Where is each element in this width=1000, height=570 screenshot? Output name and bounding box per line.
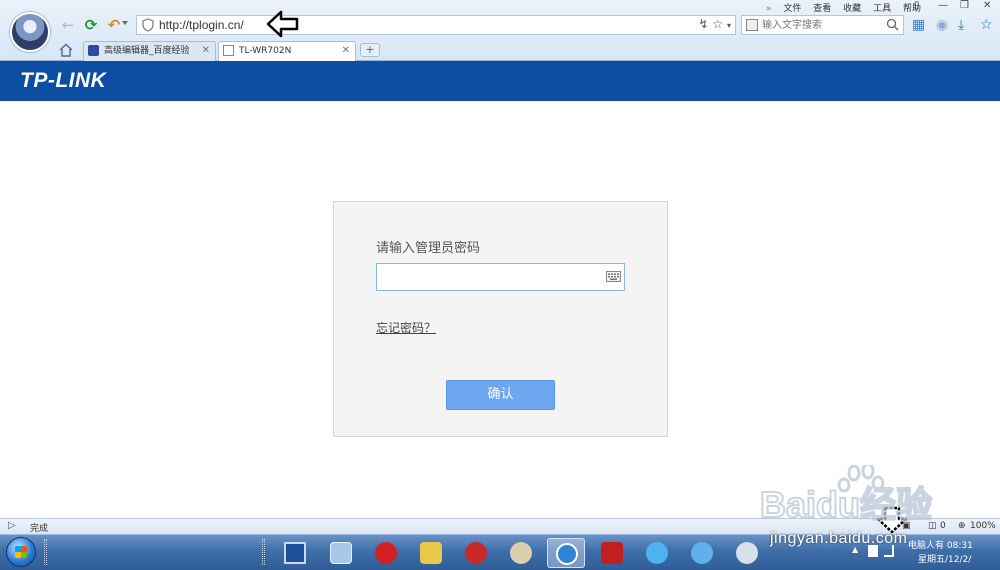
tp-link-header: TP-LINK [0,61,1000,101]
download-icon[interactable]: ⤓ [958,17,964,33]
page-icon [223,45,234,56]
undo-dropdown-icon[interactable] [122,21,128,25]
confirm-button[interactable]: 确认 [446,380,555,410]
menu-file[interactable]: 文件 [783,1,801,14]
address-bar[interactable]: http://tplogin.cn/ ↯ ☆ ▾ [136,15,736,35]
undo-icon[interactable]: ↶ [105,16,123,34]
taskbar-folder-icon[interactable] [412,538,450,568]
taskbar-grip [262,539,265,565]
baidu-paw-icon [88,45,99,56]
password-field[interactable] [376,263,625,291]
taskbar-browser-icon[interactable] [547,538,585,568]
new-tab-button[interactable]: + [360,43,380,57]
favorites-star-icon[interactable]: ☆ [980,17,993,33]
baidu-watermark: Baidu经验 [760,465,933,526]
back-arrow-icon[interactable]: ← [59,16,77,34]
sidebar-toggle-icon[interactable]: ▷ [8,520,16,531]
taskbar-desktop-icon[interactable] [276,538,314,568]
search-engine-icon[interactable] [746,19,758,31]
restore-icon[interactable]: ❐ [960,0,969,11]
menu-tools[interactable]: 工具 [873,1,891,14]
taskbar-grip [44,539,47,565]
watermark-brand: Baidu经验 [760,484,932,525]
address-actions: ↯ ☆ ▾ [699,17,732,31]
star-icon[interactable]: ☆ [712,17,723,31]
tab-baidu-editor[interactable]: 高级编辑器_百度经验 ✕ [83,41,216,61]
search-bar[interactable] [741,15,904,35]
taskbar-gear-icon[interactable] [683,538,721,568]
status-text: 完成 [30,524,49,534]
menu-expand-icon[interactable]: » [766,4,772,14]
taskbar-paint-icon[interactable] [502,538,540,568]
extension-icon[interactable]: ◉ [936,17,948,33]
chevron-down-icon[interactable]: ▾ [727,21,731,30]
search-icon[interactable] [886,18,899,31]
taskbar-ie-icon[interactable] [638,538,676,568]
start-button[interactable] [6,537,36,567]
tab-label: 高级编辑器_百度经验 [104,46,190,56]
browser-toolbar: ← ⟳ ↶ http://tplogin.cn/ ↯ ☆ ▾ » 文件 查看 收… [0,0,1000,61]
login-title: 请输入管理员密码 [376,241,481,256]
menu-favorites[interactable]: 收藏 [843,1,861,14]
tp-link-logo: TP-LINK [20,69,107,92]
tab-close-icon[interactable]: ✕ [342,42,350,60]
refresh-icon[interactable]: ⟳ [82,16,100,34]
taskbar-chess-icon[interactable] [367,538,405,568]
tab-router[interactable]: TL-WR702N ✕ [218,41,356,61]
skin-icon[interactable]: ▯ [914,0,920,11]
menu-view[interactable]: 查看 [813,1,831,14]
sidebar-icon[interactable]: ▦ [912,17,925,33]
home-icon[interactable] [58,42,74,58]
taskbar-pdf-icon[interactable] [593,538,631,568]
arrow-left-icon [266,10,299,38]
menu-bar: » 文件 查看 收藏 工具 帮助 [766,1,930,15]
lightning-icon[interactable]: ↯ [699,17,709,31]
login-panel: 请输入管理员密码 忘记密码？ 确认 [333,201,668,437]
tab-strip: 高级编辑器_百度经验 ✕ TL-WR702N ✕ + [0,40,1000,61]
tab-close-icon[interactable]: ✕ [202,42,210,60]
close-icon[interactable]: ✕ [983,0,991,11]
watermark-url: jingyan.baidu.com [770,530,908,547]
address-url[interactable]: http://tplogin.cn/ [159,18,244,32]
taskbar-p-app-icon[interactable] [457,538,495,568]
search-input[interactable] [762,17,880,33]
minimize-icon[interactable]: — [938,0,948,11]
forgot-password-link[interactable]: 忘记密码？ [376,319,436,336]
shield-icon [142,18,154,32]
tab-label: TL-WR702N [239,46,292,56]
keyboard-icon[interactable] [606,271,621,282]
taskbar-remote-icon[interactable] [322,538,360,568]
